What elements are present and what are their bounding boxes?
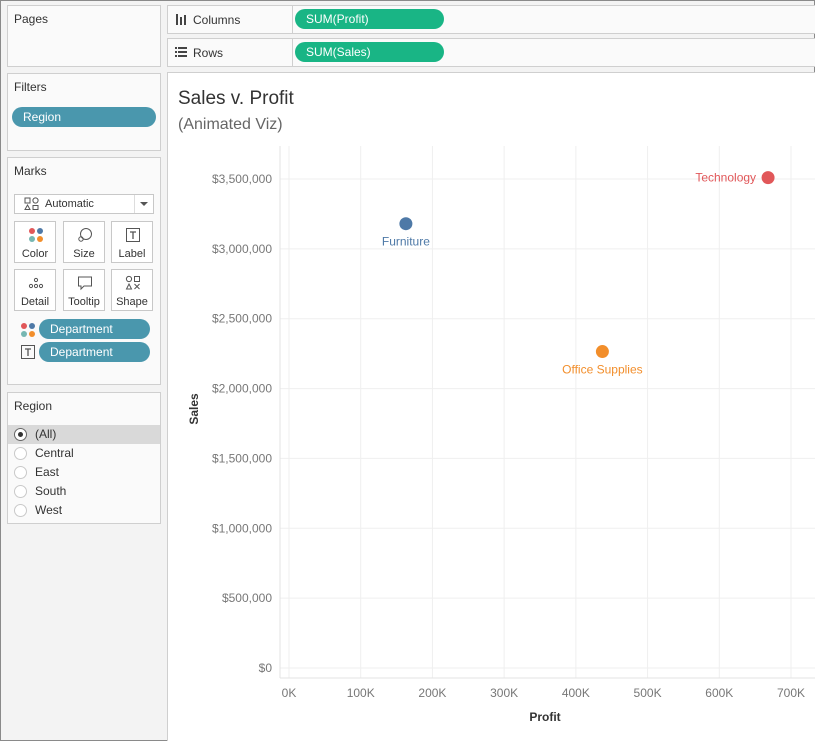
filter-pill-region[interactable]: Region (12, 107, 156, 127)
shape-button-label: Shape (116, 296, 148, 308)
size-icon (78, 228, 92, 242)
data-point[interactable] (595, 345, 609, 359)
automatic-mark-icon (24, 197, 39, 210)
region-filter-card: Region (All) Central East South West (7, 392, 161, 524)
region-option-west[interactable]: West (8, 501, 160, 520)
y-tick-label: $1,500,000 (212, 451, 272, 465)
x-tick-label: 100K (347, 686, 375, 700)
data-point[interactable] (399, 217, 413, 231)
columns-icon (176, 14, 186, 25)
shelf-divider (292, 39, 293, 66)
y-tick-label: $3,500,000 (212, 172, 272, 186)
dropdown-divider (134, 195, 135, 213)
columns-shelf[interactable]: Columns SUM(Profit) (167, 5, 815, 34)
shape-button[interactable]: Shape (111, 269, 153, 311)
label-button[interactable]: Label (111, 221, 153, 263)
viz-view[interactable]: Sales v. Profit (Animated Viz) $0 $500,00… (167, 72, 815, 741)
data-point-label: Technology (695, 171, 756, 185)
label-button-label: Label (118, 248, 146, 260)
columns-shelf-label: Columns (193, 13, 241, 27)
y-tick-label: $0 (259, 661, 273, 675)
color-icon (29, 228, 43, 242)
rows-shelf-label: Rows (193, 46, 224, 60)
x-tick-label: 600K (705, 686, 733, 700)
label-encoding-icon (21, 345, 35, 359)
region-filter-title: Region (14, 399, 53, 413)
region-option-label: Central (35, 446, 74, 460)
region-option-south[interactable]: South (8, 482, 160, 501)
scatter-chart[interactable]: $0 $500,000 $1,000,000 $1,500,000 $2,000,000… (168, 73, 815, 741)
x-tick-label: 200K (418, 686, 446, 700)
label-field-pill[interactable]: Department (39, 342, 150, 362)
color-field-pill[interactable]: Department (39, 319, 150, 339)
y-tick-label: $500,000 (222, 591, 272, 605)
data-point-label: Office Supplies (562, 363, 643, 377)
x-tick-label: 300K (490, 686, 518, 700)
color-button-label: Color (21, 248, 49, 260)
region-option-label: (All) (35, 427, 57, 441)
label-icon (126, 228, 140, 242)
x-tick-label: 700K (777, 686, 805, 700)
radio-icon (14, 447, 27, 460)
color-button[interactable]: Color (14, 221, 56, 263)
size-button-label: Size (73, 248, 95, 260)
rows-icon (175, 47, 187, 57)
x-tick-label: 500K (634, 686, 662, 700)
shape-icon (125, 275, 140, 290)
region-option-label: West (35, 503, 63, 517)
size-button[interactable]: Size (63, 221, 105, 263)
y-tick-label: $2,000,000 (212, 382, 272, 396)
radio-icon (14, 504, 27, 517)
region-option-label: South (35, 484, 67, 498)
sales-measure-pill[interactable]: SUM(Sales) (295, 42, 444, 62)
marks-card: Marks Automatic Color Size Label Detail … (7, 157, 161, 385)
detail-icon (28, 277, 44, 289)
data-point[interactable] (761, 171, 775, 185)
rows-shelf[interactable]: Rows SUM(Sales) (167, 38, 815, 67)
radio-selected-icon (14, 428, 27, 441)
profit-measure-pill[interactable]: SUM(Profit) (295, 9, 444, 29)
data-point-label: Furniture (382, 235, 430, 249)
region-option-east[interactable]: East (8, 463, 160, 482)
y-tick-label: $2,500,000 (212, 312, 272, 326)
x-tick-label: 0K (282, 686, 297, 700)
filters-card: Filters Region (7, 73, 161, 151)
radio-icon (14, 485, 27, 498)
tooltip-button[interactable]: Tooltip (63, 269, 105, 311)
region-option-central[interactable]: Central (8, 444, 160, 463)
shelf-divider (292, 6, 293, 33)
y-tick-label: $1,000,000 (212, 521, 272, 535)
pages-card-title: Pages (14, 12, 49, 26)
region-option-all[interactable]: (All) (8, 425, 160, 444)
chevron-down-icon (140, 202, 148, 206)
region-option-label: East (35, 465, 60, 479)
y-tick-label: $3,000,000 (212, 242, 272, 256)
filters-card-title: Filters (14, 80, 47, 94)
mark-type-label: Automatic (45, 198, 94, 210)
tooltip-icon (78, 276, 92, 291)
x-axis-title: Profit (529, 710, 560, 724)
radio-icon (14, 466, 27, 479)
x-tick-label: 400K (562, 686, 590, 700)
tooltip-button-label: Tooltip (68, 296, 100, 308)
color-encoding-icon (21, 323, 35, 337)
marks-card-title: Marks (14, 164, 47, 178)
detail-button[interactable]: Detail (14, 269, 56, 311)
y-axis-title: Sales (187, 393, 201, 425)
mark-type-dropdown[interactable]: Automatic (14, 194, 154, 214)
detail-button-label: Detail (20, 296, 50, 308)
pages-card: Pages (7, 5, 161, 67)
